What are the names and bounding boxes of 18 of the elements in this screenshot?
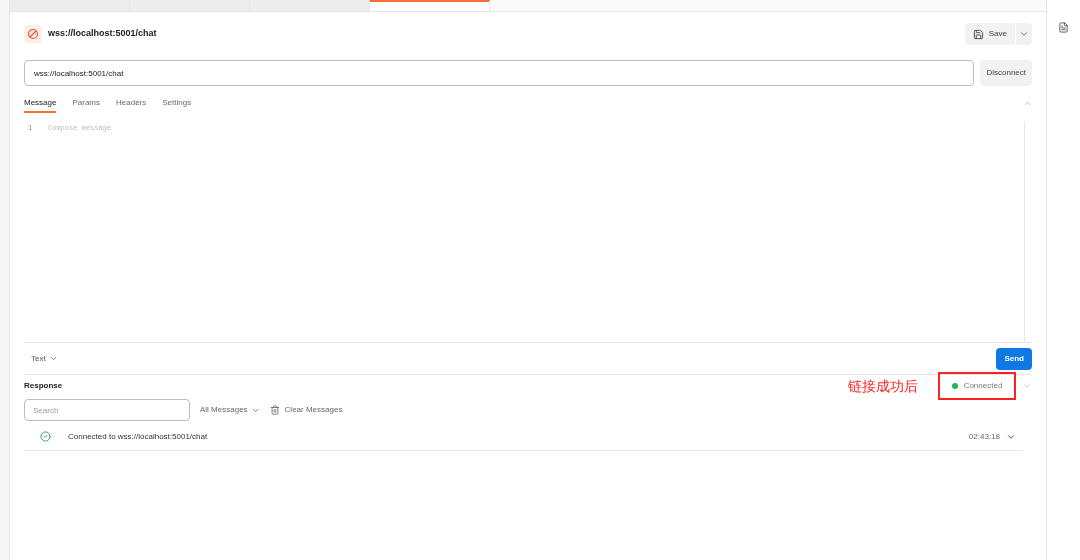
message-filter-dropdown[interactable]: All Messages <box>200 404 260 416</box>
annotation-text: 链接成功后 <box>848 376 918 396</box>
url-field[interactable]: wss://localhost:5001/chat <box>24 60 975 86</box>
send-button[interactable]: Send <box>996 347 1032 370</box>
format-dropdown[interactable]: Text <box>31 352 58 365</box>
message-time: 02:43:18 <box>968 430 1000 443</box>
tab[interactable]: Params <box>72 94 101 113</box>
response-title: Response <box>24 380 63 392</box>
save-button[interactable]: Save <box>964 23 1015 45</box>
tab[interactable]: Message <box>24 94 57 113</box>
tab[interactable]: Headers <box>116 94 147 113</box>
search-field[interactable]: Search <box>24 399 190 421</box>
clear-messages-button[interactable]: Clear Messages <box>269 404 343 416</box>
request-title: wss://localhost:5001/chat <box>48 27 157 41</box>
tab[interactable]: Settings <box>162 94 192 113</box>
connection-status: Connected <box>938 372 1016 400</box>
message-text: Connected to wss://localhost:5001/chat <box>68 430 208 443</box>
disconnect-button[interactable]: Disconnect <box>980 60 1032 86</box>
